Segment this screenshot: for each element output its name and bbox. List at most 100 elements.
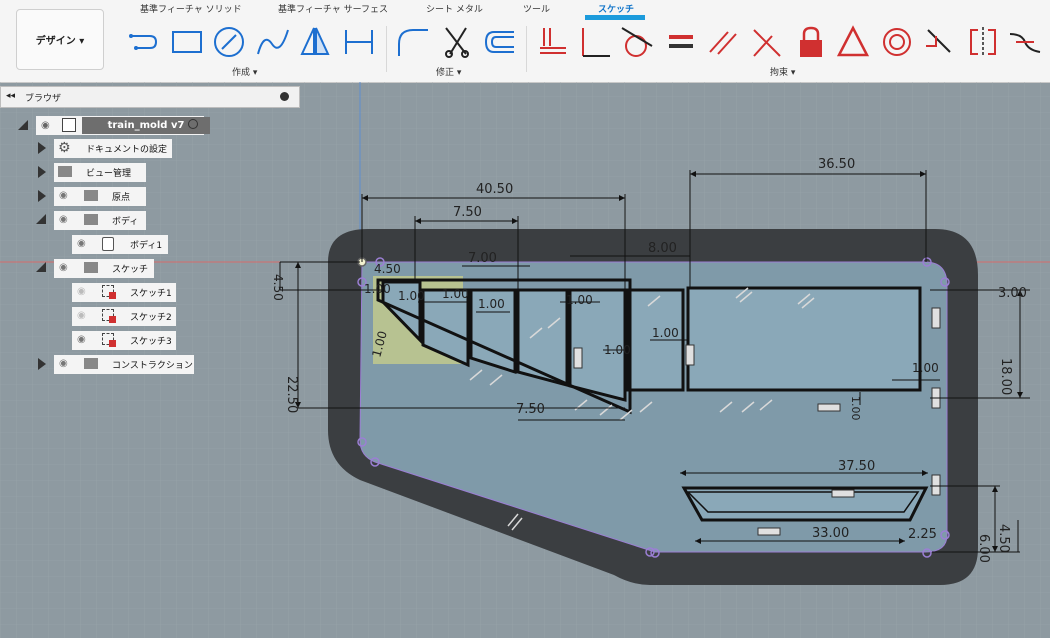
visibility-eye-icon[interactable]: ◉	[59, 214, 68, 225]
dimension-label[interactable]: 37.50	[838, 459, 875, 474]
lock-icon	[109, 292, 116, 299]
dimension-label[interactable]: 1.00	[604, 343, 631, 357]
dimension-label[interactable]: 4.50	[271, 274, 285, 301]
dimension-label[interactable]: 36.50	[818, 157, 855, 172]
create-group-label[interactable]: 作成 ▾	[232, 65, 257, 78]
visibility-eye-icon[interactable]: ◉	[59, 190, 68, 201]
visibility-eye-icon[interactable]: ◉	[77, 334, 86, 345]
visibility-eye-icon[interactable]: ◉	[59, 358, 68, 369]
perpendicular-constraint-icon[interactable]	[750, 24, 784, 60]
line-icon[interactable]	[128, 24, 162, 60]
dimension-label[interactable]: 1.00	[566, 293, 593, 307]
dimension-label[interactable]: 1.00	[478, 297, 505, 311]
tab-surface[interactable]: 基準フィーチャ サーフェス	[278, 2, 388, 15]
folder-icon	[84, 214, 98, 225]
dimension-label[interactable]: 18.00	[998, 358, 1013, 395]
expand-toggle-icon[interactable]	[38, 190, 46, 202]
activate-radio-icon[interactable]	[188, 119, 198, 129]
concentric-icon[interactable]	[880, 24, 914, 60]
perpendicular-icon[interactable]	[578, 24, 612, 60]
expand-toggle-icon[interactable]	[38, 142, 46, 154]
dimension-label[interactable]: 22.50	[284, 376, 299, 413]
group-separator	[386, 26, 387, 72]
cavity[interactable]	[686, 286, 922, 392]
tab-sketch[interactable]: スケッチ	[598, 2, 634, 15]
tab-sheet-metal[interactable]: シート メタル	[426, 2, 483, 15]
constraints-group-label[interactable]: 拘束 ▾	[770, 65, 795, 78]
browser-item-sketches[interactable]: ◉ スケッチ	[54, 259, 154, 278]
browser-item-sketch3[interactable]: ◉ スケッチ3	[72, 331, 176, 350]
dimension-label[interactable]: 40.50	[476, 182, 513, 197]
visibility-eye-icon[interactable]: ◉	[59, 262, 68, 273]
offset-icon[interactable]	[482, 24, 516, 60]
tab-solid[interactable]: 基準フィーチャ ソリッド	[140, 2, 242, 15]
dimension-label[interactable]: 1.00	[398, 289, 425, 303]
fillet-icon[interactable]	[396, 24, 430, 60]
cavity[interactable]	[681, 486, 929, 522]
design-workspace-button[interactable]: デザイン ▾	[16, 9, 104, 70]
browser-item-label: スケッチ2	[130, 313, 172, 323]
expand-toggle-icon[interactable]	[38, 358, 46, 370]
visibility-eye-icon[interactable]: ◉	[41, 120, 50, 131]
dimension-label[interactable]: 1.00	[364, 282, 391, 296]
trim-icon[interactable]	[440, 24, 474, 60]
browser-item-label: ボディ1	[130, 241, 163, 251]
dimension-label[interactable]: 4.50	[374, 262, 401, 276]
dimension-label[interactable]: 1.00	[849, 396, 862, 421]
equal-icon[interactable]	[664, 24, 698, 60]
browser-item-origin[interactable]: ◉ 原点	[54, 187, 146, 206]
browser-root-node[interactable]: ◉ train_mold v7	[36, 116, 210, 135]
dimension-label[interactable]: 1.00	[652, 326, 679, 340]
browser-item-construction[interactable]: ◉ コンストラクション	[54, 355, 194, 374]
dimension-icon[interactable]	[342, 24, 376, 60]
dimension-label[interactable]: 33.00	[812, 526, 849, 541]
dimension-label[interactable]: 3.00	[998, 286, 1027, 301]
curvature-icon[interactable]	[1008, 24, 1042, 60]
fix-lock-icon[interactable]	[794, 24, 828, 60]
visibility-eye-hidden-icon[interactable]: ◉	[77, 310, 86, 321]
midpoint-icon[interactable]	[922, 24, 956, 60]
expand-toggle-icon[interactable]	[36, 214, 46, 224]
browser-item-named-views[interactable]: ビュー管理	[54, 163, 146, 182]
dimension-label[interactable]: 2.25	[908, 527, 937, 542]
browser-item-bodies[interactable]: ◉ ボディ	[54, 211, 146, 230]
modify-group-label[interactable]: 修正 ▾	[436, 65, 461, 78]
dimension-label[interactable]: 6.00	[976, 534, 991, 563]
dimension-label[interactable]: 7.00	[468, 251, 497, 266]
toolbar: デザイン ▾ 基準フィーチャ ソリッド 基準フィーチャ サーフェス シート メタ…	[0, 0, 1050, 83]
expand-toggle-icon[interactable]	[18, 120, 28, 130]
lock-icon	[109, 316, 116, 323]
browser-minimize-icon[interactable]	[280, 92, 289, 101]
triangle-icon[interactable]	[836, 24, 870, 60]
dimension-label[interactable]: 8.00	[648, 241, 677, 256]
dimension-label[interactable]: 1.00	[442, 287, 469, 301]
browser-item-label: スケッチ1	[130, 289, 172, 299]
symmetry-icon[interactable]	[966, 24, 1000, 60]
circle-icon[interactable]	[212, 24, 246, 60]
browser-item-sketch1[interactable]: ◉ スケッチ1	[72, 283, 176, 302]
dimension-label[interactable]: 4.50	[996, 524, 1011, 553]
collapse-panel-icon[interactable]: ◂◂	[6, 91, 15, 101]
mirror-icon[interactable]	[298, 24, 332, 60]
browser-item-label: スケッチ3	[130, 337, 172, 347]
visibility-eye-hidden-icon[interactable]: ◉	[77, 286, 86, 297]
coincident-icon[interactable]	[536, 24, 570, 60]
spline-icon[interactable]	[256, 24, 290, 60]
dimension-label[interactable]: 1.00	[912, 361, 939, 375]
browser-item-document-settings[interactable]: ⚙ ドキュメントの設定	[54, 139, 172, 158]
dimension-label[interactable]: 7.50	[516, 402, 545, 417]
browser-item-body1[interactable]: ◉ ボディ1	[72, 235, 168, 254]
rectangle-icon[interactable]	[170, 24, 204, 60]
parallel-icon[interactable]	[706, 24, 740, 60]
browser-header: ◂◂ ブラウザ	[0, 86, 300, 108]
browser-item-sketch2[interactable]: ◉ スケッチ2	[72, 307, 176, 326]
expand-toggle-icon[interactable]	[36, 262, 46, 272]
expand-toggle-icon[interactable]	[38, 166, 46, 178]
tab-tools[interactable]: ツール	[523, 2, 550, 15]
cavity[interactable]	[516, 288, 569, 387]
dimension-label[interactable]: 7.50	[453, 205, 482, 220]
visibility-eye-icon[interactable]: ◉	[77, 238, 86, 249]
browser-item-label: ビュー管理	[86, 169, 132, 179]
tangent-icon[interactable]	[620, 24, 654, 60]
lock-icon	[109, 340, 116, 347]
